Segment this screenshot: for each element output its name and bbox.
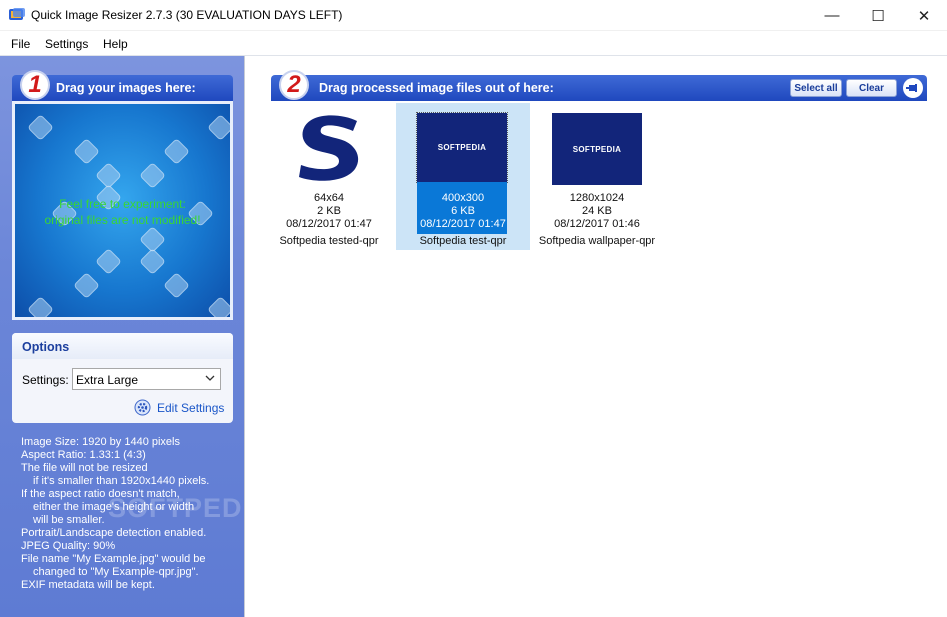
file-name: Softpedia test-qpr (419, 235, 507, 247)
chevron-down-icon (205, 375, 215, 381)
right-pane: 2 Drag processed image files out of here… (244, 56, 947, 617)
options-panel: Options Settings: Extra Large Edit Setti… (12, 333, 233, 423)
file-date: 08/12/2017 01:46 (554, 218, 640, 230)
image-drop-zone[interactable]: Feel free to experiment: original files … (12, 101, 233, 320)
close-button[interactable]: ✕ (901, 0, 947, 31)
pattern-tile (95, 248, 122, 275)
pattern-tile (27, 114, 54, 141)
softpedia-s-logo (299, 115, 359, 181)
options-title: Options (12, 333, 233, 359)
file-dimensions: 400x300 (441, 192, 485, 204)
drop-hint-line-1: Feel free to experiment: (59, 197, 186, 211)
file-date: 08/12/2017 01:47 (420, 218, 506, 230)
file-dimensions: 64x64 (314, 192, 344, 204)
file-item[interactable]: 64x64 2 KB 08/12/2017 01:47 Softpedia te… (262, 103, 396, 250)
file-item[interactable]: SOFTPEDIA 1280x1024 24 KB 08/12/2017 01:… (530, 103, 664, 250)
clear-button[interactable]: Clear (846, 79, 897, 97)
gear-icon (134, 399, 151, 416)
window-title: Quick Image Resizer 2.7.3 (30 EVALUATION… (31, 8, 343, 22)
menu-file[interactable]: File (11, 37, 30, 51)
settings-summary-line: changed to "My Example-qpr.jpg". (33, 566, 199, 578)
pattern-tile (207, 296, 230, 317)
title-bar: Quick Image Resizer 2.7.3 (30 EVALUATION… (0, 0, 947, 31)
pattern-tile (73, 138, 100, 165)
pattern-tile (163, 272, 190, 299)
menu-bar: File Settings Help (0, 31, 947, 56)
edit-settings-label: Edit Settings (157, 400, 225, 415)
edit-settings-link[interactable]: Edit Settings (134, 399, 224, 416)
file-name: Softpedia tested-qpr (279, 235, 379, 247)
settings-label: Settings: (22, 373, 69, 387)
settings-summary-line: if it's smaller than 1920x1440 pixels. (33, 475, 210, 487)
drop-hint-line-2: original files are not modified! (44, 213, 201, 227)
pattern-tile (27, 296, 54, 317)
input-panel-title: Drag your images here: (56, 81, 196, 95)
file-size: 2 KB (317, 205, 341, 217)
maximize-button[interactable]: ☐ (855, 0, 901, 31)
pattern-tile (73, 272, 100, 299)
settings-summary-line: Aspect Ratio: 1.33:1 (4:3) (21, 449, 146, 461)
settings-summary-line: The file will not be resized (21, 462, 148, 474)
app-icon (9, 8, 25, 20)
minimize-button[interactable]: — (809, 0, 855, 31)
settings-summary-line: Portrait/Landscape detection enabled. (21, 527, 207, 539)
file-dimensions: 1280x1024 (569, 192, 625, 204)
file-item-selected[interactable]: SOFTPEDIA 400x300 6 KB 08/12/2017 01:47 … (396, 103, 530, 250)
file-size: 6 KB (451, 205, 475, 217)
left-pane: 1 Drag your images here: Feel free to ex… (0, 56, 271, 617)
pin-icon[interactable] (903, 78, 923, 98)
settings-summary-line: Image Size: 1920 by 1440 pixels (21, 436, 180, 448)
pattern-tile (139, 162, 166, 189)
file-date: 08/12/2017 01:47 (286, 218, 372, 230)
output-panel-header: 2 Drag processed image files out of here… (271, 70, 927, 101)
pattern-tile (207, 114, 230, 141)
file-name: Softpedia wallpaper-qpr (538, 235, 656, 247)
drop-zone-hint: Feel free to experiment: original files … (15, 196, 230, 228)
pattern-tile (163, 138, 190, 165)
file-thumbnail: SOFTPEDIA (416, 112, 508, 183)
select-all-button[interactable]: Select all (790, 79, 842, 97)
file-size: 24 KB (582, 205, 612, 217)
settings-summary-line: File name "My Example.jpg" would be (21, 553, 206, 565)
settings-dropdown-value: Extra Large (76, 373, 139, 387)
menu-settings[interactable]: Settings (45, 37, 88, 51)
menu-help[interactable]: Help (103, 37, 128, 51)
step-1-badge: 1 (20, 70, 50, 100)
settings-summary-line: JPEG Quality: 90% (21, 540, 116, 552)
pattern-tile (139, 226, 166, 253)
input-panel-header: 1 Drag your images here: (12, 70, 233, 101)
step-2-badge: 2 (279, 70, 309, 100)
file-thumbnail: SOFTPEDIA (552, 113, 642, 185)
settings-summary-line: EXIF metadata will be kept. (21, 579, 155, 591)
settings-dropdown[interactable]: Extra Large (72, 368, 221, 390)
output-panel-title: Drag processed image files out of here: (319, 81, 554, 95)
pattern-tile (139, 248, 166, 275)
